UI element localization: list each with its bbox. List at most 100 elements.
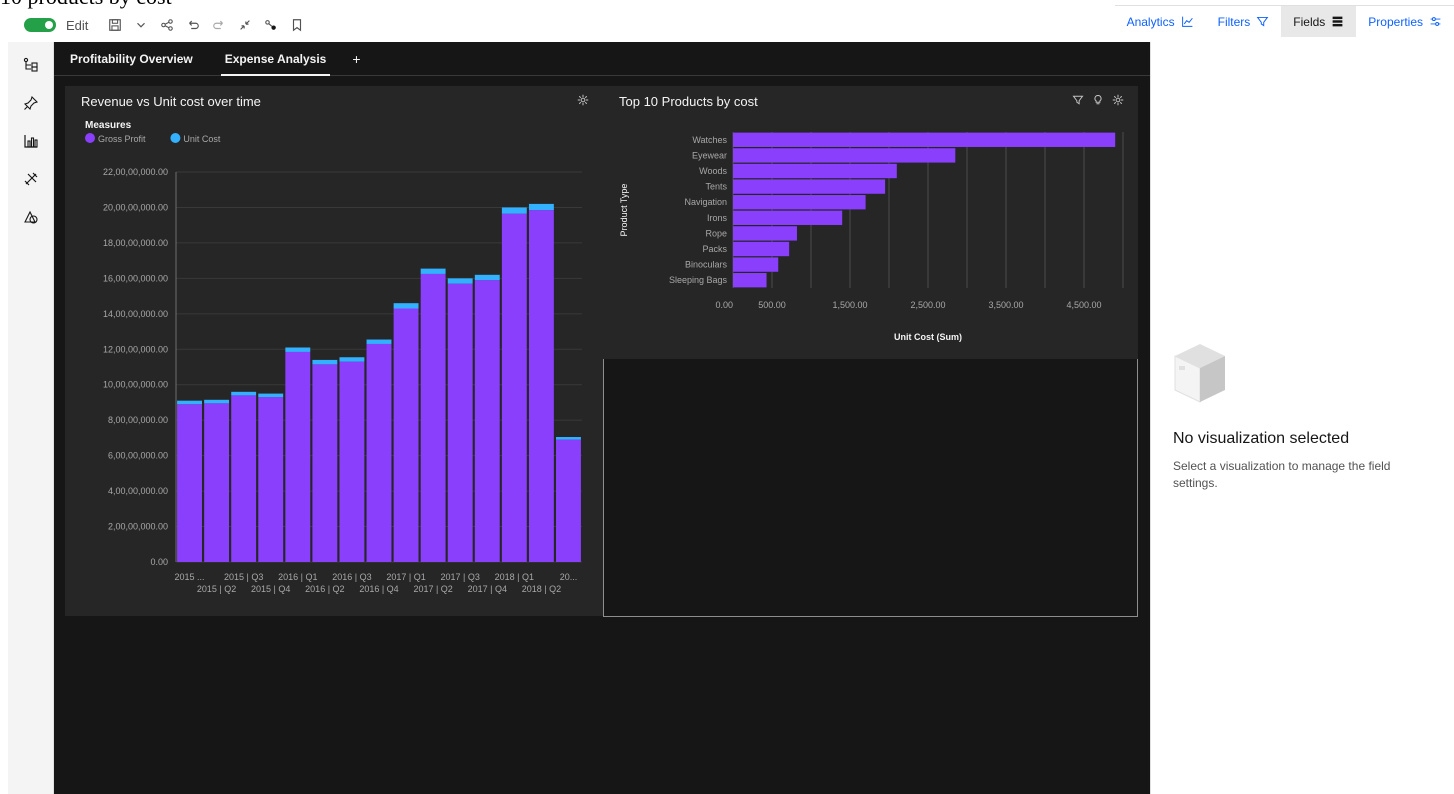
y-tick-label: 0.00 <box>150 557 168 567</box>
x-tick-label: 2018 | Q1 <box>495 572 534 582</box>
bar-unit-cost <box>474 274 500 281</box>
tab-analytics[interactable]: Analytics <box>1115 6 1206 37</box>
bar-unit-cost <box>312 359 338 365</box>
tab-profitability-overview[interactable]: Profitability Overview <box>54 42 209 76</box>
share-icon[interactable] <box>154 10 180 40</box>
tab-expense-analysis[interactable]: Expense Analysis <box>209 42 343 76</box>
bar-unit-cost <box>231 391 257 396</box>
pin-icon[interactable] <box>20 92 42 114</box>
y-tick-label: 16,00,00,000.00 <box>103 273 168 283</box>
widget-top-products[interactable]: Top 10 Products by cost 0.00 500.00 1,500.… <box>603 86 1138 359</box>
category-label: Rope <box>705 228 727 238</box>
bookmark-icon[interactable] <box>284 10 310 40</box>
fields-icon <box>1332 16 1343 27</box>
y-tick-label: 8,00,00,000.00 <box>108 415 168 425</box>
product-bar <box>733 148 956 163</box>
bar-unit-cost <box>285 347 311 352</box>
y-tick-label: 6,00,00,000.00 <box>108 451 168 461</box>
bar-unit-cost <box>366 339 392 344</box>
bar-unit-cost <box>204 399 230 404</box>
panel-tabs: Analytics Filters Fields Properties <box>1114 5 1454 37</box>
x-tick-label: 2015 | Q2 <box>197 584 236 594</box>
bar-unit-cost <box>528 203 554 211</box>
y-axis-label: Product Type <box>619 184 629 237</box>
bar-gross-profit <box>447 283 473 562</box>
chevron-down-icon[interactable] <box>128 10 154 40</box>
bar-gross-profit <box>556 439 581 562</box>
empty-drop-zone[interactable] <box>603 359 1138 617</box>
undo-icon[interactable] <box>180 10 206 40</box>
no-visualization-title: No visualization selected <box>1173 430 1350 447</box>
collapse-icon[interactable] <box>232 10 258 40</box>
product-bar <box>733 163 897 179</box>
toolbar-left: Edit <box>24 10 310 40</box>
tab-analytics-label: Analytics <box>1126 14 1175 29</box>
x-axis-label: Unit Cost (Sum) <box>894 332 962 342</box>
x-tick-label: 2018 | Q2 <box>522 584 561 594</box>
bar-gross-profit <box>204 403 230 562</box>
products-chart: 0.00 500.00 1,500.00 2,500.00 3,500.00 4,500.… <box>619 132 1124 342</box>
left-rail <box>8 42 54 794</box>
data-sources-icon[interactable] <box>20 54 42 76</box>
x-tick-label: 3,500.00 <box>988 300 1023 310</box>
category-label: Tents <box>705 182 727 192</box>
bar-gross-profit <box>420 273 446 562</box>
y-tick-label: 20,00,00,000.00 <box>103 202 168 212</box>
edit-toggle[interactable] <box>24 18 56 32</box>
x-tick-label: 2016 | Q2 <box>305 584 344 594</box>
product-bar <box>733 241 790 257</box>
bar-gross-profit <box>528 210 554 562</box>
dashboard-tabs: Profitability Overview Expense Analysis … <box>54 42 1150 76</box>
category-label: Packs <box>702 244 727 254</box>
product-bar <box>733 210 843 225</box>
tab-properties[interactable]: Properties <box>1356 6 1454 37</box>
y-tick-label: 2,00,00,000.00 <box>108 522 168 532</box>
bar-gross-profit <box>366 343 392 562</box>
tools-icon[interactable] <box>20 168 42 190</box>
redo-icon[interactable] <box>206 10 232 40</box>
tab-filters-label: Filters <box>1217 14 1251 29</box>
save-icon[interactable] <box>102 10 128 40</box>
x-tick-label: 2015 | Q4 <box>251 584 290 594</box>
y-tick-label: 22,00,00,000.00 <box>103 167 168 177</box>
product-bar <box>733 179 886 194</box>
x-tick-label: 2016 | Q4 <box>359 584 398 594</box>
y-tick-label: 10,00,00,000.00 <box>103 380 168 390</box>
filter-icon <box>1256 16 1269 27</box>
legend-item: Unit Cost <box>183 134 221 144</box>
tab-fields[interactable]: Fields <box>1281 6 1357 37</box>
bar-unit-cost <box>556 437 581 440</box>
connect-icon[interactable] <box>258 10 284 40</box>
bar-unit-cost <box>258 393 284 398</box>
legend-title: Measures <box>85 120 132 131</box>
legend-swatch <box>85 133 95 143</box>
bar-gross-profit <box>501 213 527 562</box>
bar-unit-cost <box>420 268 446 274</box>
add-tab-button[interactable]: + <box>342 51 370 67</box>
tab-filters[interactable]: Filters <box>1206 6 1282 37</box>
widget-revenue-vs-unit-cost[interactable]: Revenue vs Unit cost over time Measures G… <box>65 86 603 616</box>
bar-gross-profit <box>339 361 365 562</box>
x-tick-label: 2017 | Q3 <box>441 572 480 582</box>
visualizations-icon[interactable] <box>20 130 42 152</box>
bar-unit-cost <box>447 278 473 284</box>
y-tick-label: 4,00,00,000.00 <box>108 486 168 496</box>
legend-swatch <box>170 133 181 143</box>
y-tick-label: 18,00,00,000.00 <box>103 238 168 248</box>
product-bar <box>733 132 1116 147</box>
x-tick-label: 2016 | Q3 <box>332 572 371 582</box>
fields-panel: No visualization selected Select a visua… <box>1150 42 1454 794</box>
category-label: Watches <box>692 135 727 145</box>
x-tick-label: 20... <box>560 572 578 582</box>
edit-label: Edit <box>66 17 89 33</box>
x-tick-label: 1,500.00 <box>832 300 867 310</box>
category-label: Sleeping Bags <box>669 275 728 285</box>
tab-fields-label: Fields <box>1293 14 1326 29</box>
x-tick-label: 2,500.00 <box>910 300 945 310</box>
bar-gross-profit <box>312 364 338 562</box>
shapes-icon[interactable] <box>20 206 42 228</box>
no-visualization-description: Select a visualization to manage the fie… <box>1173 459 1391 490</box>
bar-unit-cost <box>501 207 527 214</box>
x-tick-label: 2016 | Q1 <box>278 572 317 582</box>
product-bar <box>733 273 767 288</box>
